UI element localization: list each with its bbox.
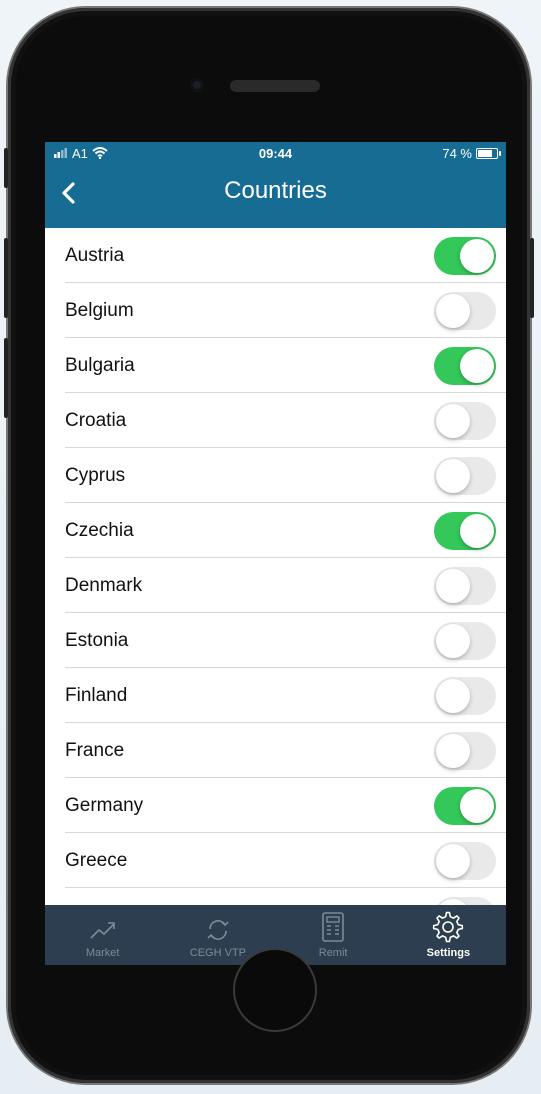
battery-percent: 74 %: [442, 146, 472, 161]
country-row: Denmark: [45, 558, 506, 613]
country-label: Greece: [65, 849, 128, 871]
toggle-knob: [436, 733, 470, 768]
country-label: Denmark: [65, 574, 143, 596]
country-row: Estonia: [45, 613, 506, 668]
country-label: Germany: [65, 794, 144, 816]
nav-bar: Countries: [45, 164, 506, 228]
tab-label: CEGH VTP: [189, 947, 246, 959]
country-label: Finland: [65, 684, 128, 706]
country-toggle[interactable]: [434, 841, 496, 880]
toggle-knob: [436, 568, 470, 603]
tab-label: Market: [85, 947, 120, 959]
country-label: Belgium: [65, 299, 134, 321]
tab-label: Remit: [318, 947, 348, 959]
country-row: Czechia: [45, 503, 506, 558]
country-toggle[interactable]: [434, 731, 496, 770]
country-label: Austria: [65, 244, 125, 266]
country-toggle[interactable]: [434, 346, 496, 385]
toggle-knob: [436, 678, 470, 713]
tab-market[interactable]: Market: [45, 905, 160, 965]
country-toggle[interactable]: [434, 456, 496, 495]
back-chevron-icon[interactable]: [55, 178, 83, 208]
toggle-knob: [436, 403, 470, 438]
volume-up-button: [4, 238, 8, 318]
country-row: Croatia: [45, 393, 506, 448]
status-time: 09:44: [258, 145, 293, 161]
toggle-knob: [436, 293, 470, 328]
country-toggle[interactable]: [434, 566, 496, 605]
country-label: Estonia: [65, 629, 129, 651]
country-row: Germany: [45, 778, 506, 833]
toggle-knob: [436, 623, 470, 658]
tab-settings[interactable]: Settings: [391, 905, 506, 965]
power-button: [530, 238, 534, 318]
mute-switch: [4, 148, 8, 188]
refresh-icon: [203, 917, 233, 947]
screen: A1 09:44 74 % Countries Austria Belgium …: [45, 142, 506, 965]
country-row: Belgium: [45, 283, 506, 338]
country-row: Austria: [45, 228, 506, 283]
phone-frame: A1 09:44 74 % Countries Austria Belgium …: [4, 8, 534, 1083]
calculator-icon: [318, 911, 348, 947]
toggle-knob: [436, 458, 470, 493]
country-label: Cyprus: [65, 464, 126, 486]
home-button[interactable]: [233, 948, 317, 1032]
country-label: Bulgaria: [65, 354, 135, 376]
country-row: Finland: [45, 668, 506, 723]
country-label: France: [65, 739, 125, 761]
country-toggle[interactable]: [434, 291, 496, 330]
toggle-knob: [460, 788, 494, 823]
country-row: [45, 888, 506, 905]
battery-icon: [476, 148, 501, 159]
front-camera: [190, 78, 204, 92]
country-toggle[interactable]: [434, 621, 496, 660]
country-toggle[interactable]: [434, 401, 496, 440]
country-row: Greece: [45, 833, 506, 888]
country-toggle[interactable]: [434, 896, 496, 905]
toggle-knob: [460, 238, 494, 273]
gear-icon: [432, 911, 464, 947]
country-toggle[interactable]: [434, 786, 496, 825]
toggle-knob: [436, 843, 470, 878]
volume-down-button: [4, 338, 8, 418]
country-toggle[interactable]: [434, 236, 496, 275]
country-row: France: [45, 723, 506, 778]
toggle-knob: [460, 513, 494, 548]
tab-label: Settings: [426, 947, 471, 959]
page-title: Countries: [224, 177, 327, 204]
country-label: Czechia: [65, 519, 134, 541]
country-toggle[interactable]: [434, 511, 496, 550]
toggle-knob: [460, 348, 494, 383]
trend-up-icon: [88, 917, 118, 947]
country-toggle[interactable]: [434, 676, 496, 715]
status-right: 74 %: [442, 146, 501, 161]
country-row: Bulgaria: [45, 338, 506, 393]
country-label: Croatia: [65, 409, 127, 431]
earpiece-speaker: [230, 80, 320, 92]
app-header: A1 09:44 74 % Countries: [45, 142, 506, 228]
country-row: Cyprus: [45, 448, 506, 503]
country-list: Austria Belgium Bulgaria Croatia Cyprus Czech…: [45, 228, 506, 905]
status-bar: A1 09:44 74 %: [45, 142, 506, 164]
